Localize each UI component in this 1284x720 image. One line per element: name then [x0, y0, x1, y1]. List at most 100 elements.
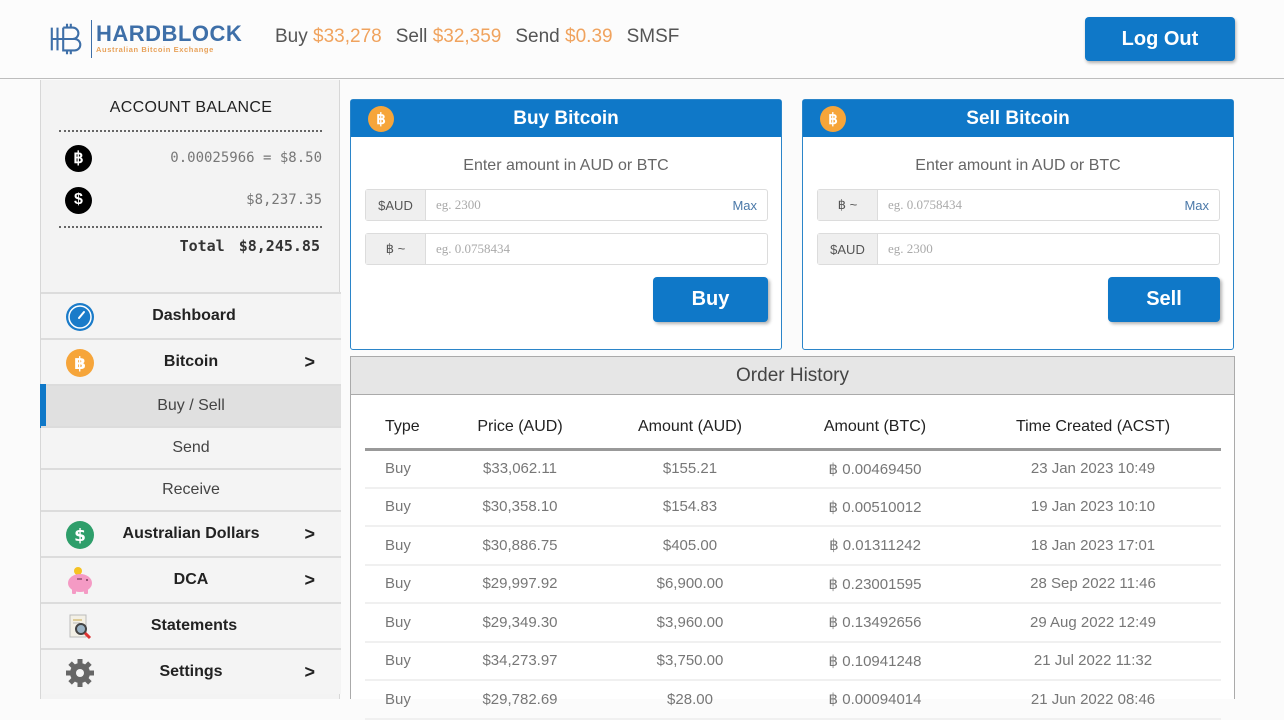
cell-amount-aud: $3,960.00	[595, 603, 785, 643]
document-search-icon	[69, 614, 92, 640]
table-row[interactable]: Buy $29,349.30 $3,960.00 ฿ 0.13492656 29 Aug…	[365, 603, 1221, 643]
cell-price: $29,782.69	[445, 680, 595, 720]
sidebar-item-label: Receive	[162, 481, 220, 498]
hardblock-logo-icon	[50, 23, 82, 55]
table-row[interactable]: Buy $33,062.11 $155.21 ฿ 0.00469450 23 Jan 2…	[365, 449, 1221, 489]
sidebar-item-label: Statements	[150, 617, 238, 634]
column-header-amount-aud: Amount (AUD)	[595, 407, 785, 451]
logout-button[interactable]: Log Out	[1085, 17, 1235, 61]
buy-btc-field: ฿ ~	[365, 233, 768, 265]
cell-price: $33,062.11	[445, 449, 595, 489]
sell-panel-instructions: Enter amount in AUD or BTC	[915, 157, 1121, 174]
buy-aud-input[interactable]	[426, 190, 733, 220]
column-header-price: Price (AUD)	[445, 407, 595, 451]
cell-amount-aud: $155.21	[595, 449, 785, 489]
order-history-panel: Order History Type Price (AUD) Amount (A…	[350, 356, 1235, 720]
btc-balance-value: 0.00025966 = $8.50	[170, 150, 322, 166]
sidebar-item-label: DCA	[173, 571, 209, 588]
sidebar-item-australian-dollars[interactable]: $ Australian Dollars >	[41, 510, 341, 556]
cell-type: Buy	[365, 564, 445, 604]
cell-amount-aud: $3,750.00	[595, 641, 785, 681]
table-row[interactable]: Buy $29,782.69 $28.00 ฿ 0.00094014 21 Jun 20…	[365, 680, 1221, 720]
table-header-row: Type Price (AUD) Amount (AUD) Amount (BT…	[365, 407, 1221, 451]
cell-price: $29,349.30	[445, 603, 595, 643]
dollar-icon: $	[66, 521, 94, 549]
sidebar-item-bitcoin[interactable]: ฿ Bitcoin >	[41, 338, 341, 384]
aud-addon: $AUD	[366, 190, 426, 220]
column-header-time: Time Created (ACST)	[965, 407, 1221, 451]
cell-time: 28 Sep 2022 11:46	[965, 564, 1221, 604]
buy-panel-title: Buy Bitcoin	[513, 107, 619, 129]
cell-amount-aud: $28.00	[595, 680, 785, 720]
sidebar-item-buy-sell[interactable]: Buy / Sell	[40, 384, 341, 428]
piggy-bank-icon	[68, 567, 92, 594]
sell-panel-title: Sell Bitcoin	[966, 107, 1070, 129]
cell-amount-btc: ฿ 0.10941248	[785, 641, 965, 681]
cell-time: 18 Jan 2023 17:01	[965, 526, 1221, 566]
aud-balance-value: $8,237.35	[246, 192, 322, 208]
buy-max-link[interactable]: Max	[732, 198, 757, 213]
cell-time: 21 Jul 2022 11:32	[965, 641, 1221, 681]
btc-balance-row: ฿ 0.00025966 = $8.50	[65, 144, 322, 172]
sell-btc-input[interactable]	[878, 190, 1185, 220]
brand-name: HARDBLOCK	[96, 21, 243, 46]
sell-bitcoin-panel: ฿ Sell Bitcoin Enter amount in AUD or BT…	[802, 99, 1234, 350]
buy-btc-input[interactable]	[426, 234, 767, 264]
cell-time: 19 Jan 2023 10:10	[965, 487, 1221, 527]
buy-panel-header: ฿ Buy Bitcoin	[351, 100, 781, 137]
order-history-body: Buy $33,062.11 $155.21 ฿ 0.00469450 23 Jan 2…	[365, 449, 1221, 720]
aud-balance-row: $ $8,237.35	[65, 186, 322, 214]
order-history-title: Order History	[351, 357, 1234, 395]
sidebar-item-send[interactable]: Send	[41, 426, 341, 468]
sidebar-item-receive[interactable]: Receive	[41, 468, 341, 510]
table-row[interactable]: Buy $30,358.10 $154.83 ฿ 0.00510012 19 Jan 2…	[365, 487, 1221, 527]
total-value: $8,245.85	[238, 237, 320, 255]
cell-type: Buy	[365, 487, 445, 527]
aud-addon: $AUD	[818, 234, 878, 264]
btc-addon: ฿ ~	[818, 190, 878, 220]
table-row[interactable]: Buy $34,273.97 $3,750.00 ฿ 0.10941248 21 Jul…	[365, 641, 1221, 681]
cell-price: $30,886.75	[445, 526, 595, 566]
sidebar-nav: Dashboard ฿ Bitcoin > Buy / Sell Send Re…	[40, 292, 341, 694]
brand-tagline: Australian Bitcoin Exchange	[96, 45, 214, 54]
column-header-type: Type	[365, 407, 445, 451]
account-balance-title: ACCOUNT BALANCE	[109, 99, 273, 116]
sidebar-item-label: Australian Dollars	[122, 525, 260, 542]
buy-aud-field: $AUD Max	[365, 189, 768, 221]
sell-panel-header: ฿ Sell Bitcoin	[803, 100, 1233, 137]
table-row[interactable]: Buy $29,997.92 $6,900.00 ฿ 0.23001595 28 Sep…	[365, 564, 1221, 604]
sidebar-item-label: Bitcoin	[163, 353, 219, 370]
cell-type: Buy	[365, 526, 445, 566]
ticker-send: Send $0.39	[515, 26, 613, 47]
sidebar: ACCOUNT BALANCE ฿ 0.00025966 = $8.50 $ $…	[40, 80, 341, 699]
dollar-icon: $	[65, 186, 92, 214]
cell-amount-aud: $6,900.00	[595, 564, 785, 604]
cell-price: $30,358.10	[445, 487, 595, 527]
sidebar-item-dca[interactable]: DCA >	[41, 556, 341, 602]
sidebar-item-dashboard[interactable]: Dashboard	[41, 292, 341, 338]
cell-amount-aud: $154.83	[595, 487, 785, 527]
smsf-link[interactable]: SMSF	[627, 26, 680, 48]
ticker-buy: Buy $33,278	[275, 26, 382, 47]
btc-addon: ฿ ~	[366, 234, 426, 264]
cell-type: Buy	[365, 449, 445, 489]
bitcoin-icon: ฿	[368, 106, 394, 132]
table-row[interactable]: Buy $30,886.75 $405.00 ฿ 0.01311242 18 Jan 2…	[365, 526, 1221, 566]
brand-logo[interactable]: HARDBLOCK Australian Bitcoin Exchange	[48, 19, 242, 59]
sell-max-link[interactable]: Max	[1184, 198, 1209, 213]
buy-button[interactable]: Buy	[653, 277, 768, 322]
cell-amount-btc: ฿ 0.00510012	[785, 487, 965, 527]
cell-amount-btc: ฿ 0.00469450	[785, 449, 965, 489]
sidebar-item-settings[interactable]: Settings >	[41, 648, 341, 694]
cell-price: $29,997.92	[445, 564, 595, 604]
gauge-icon	[66, 303, 94, 331]
buy-panel-instructions: Enter amount in AUD or BTC	[463, 157, 669, 174]
sell-aud-input[interactable]	[878, 234, 1219, 264]
sidebar-item-label: Send	[172, 439, 210, 456]
cell-type: Buy	[365, 680, 445, 720]
order-history-table: Type Price (AUD) Amount (AUD) Amount (BT…	[365, 407, 1221, 720]
sidebar-item-statements[interactable]: Statements	[41, 602, 341, 648]
ticker-buy-price: $33,278	[313, 26, 382, 47]
divider	[59, 226, 322, 228]
sell-button[interactable]: Sell	[1108, 277, 1220, 322]
